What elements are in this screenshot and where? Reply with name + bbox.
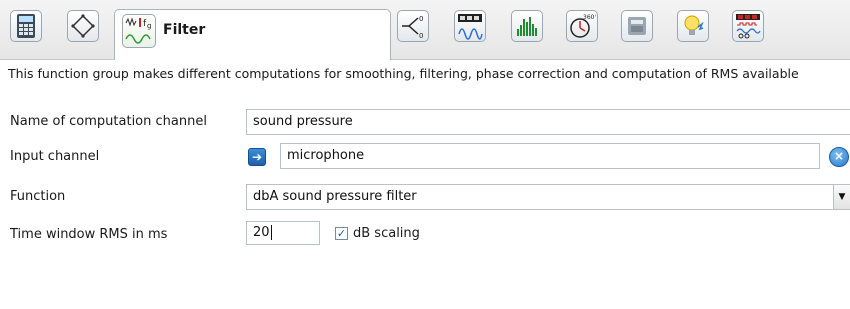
- switch-diagram-tab[interactable]: 0 0: [397, 10, 429, 42]
- bridge-circuit-tab[interactable]: [67, 10, 99, 42]
- bridge-circuit-icon: [71, 14, 95, 38]
- switch-diagram-icon: 0 0: [402, 15, 423, 39]
- device-tab[interactable]: [621, 10, 653, 42]
- arrow-right-icon: ➔: [251, 150, 263, 164]
- rms-window-input[interactable]: 20: [246, 221, 320, 245]
- svg-text:0: 0: [419, 15, 423, 23]
- input-channel-field[interactable]: microphone: [280, 143, 820, 169]
- signal-display-tab[interactable]: [732, 10, 764, 42]
- calculator-icon: [17, 14, 35, 38]
- svg-text:360°: 360°: [583, 14, 596, 21]
- angle-360-icon: 360°: [570, 14, 596, 38]
- select-input-channel-button[interactable]: ➔: [248, 148, 266, 166]
- computation-channel-label: Name of computation channel: [10, 114, 207, 129]
- device-icon: [628, 17, 646, 35]
- function-dropdown-button[interactable]: ▼: [833, 185, 850, 209]
- function-select[interactable]: dbA sound pressure filter: [246, 184, 850, 210]
- rms-window-value: 20: [253, 225, 270, 240]
- close-icon: ×: [833, 149, 845, 163]
- lightbulb-tab[interactable]: [677, 10, 709, 42]
- function-label: Function: [10, 189, 66, 204]
- input-channel-label: Input channel: [10, 149, 100, 164]
- spectrum-bars-tab[interactable]: [511, 10, 543, 42]
- signal-display-icon: [736, 14, 761, 39]
- calculator-tab[interactable]: [10, 10, 42, 42]
- spectrum-bars-icon: [517, 17, 537, 36]
- counter-waveform-icon: [458, 14, 483, 40]
- counter-waveform-tab[interactable]: [454, 10, 486, 42]
- lightbulb-icon: [684, 15, 704, 35]
- angle-360-tab[interactable]: 360°: [566, 10, 598, 42]
- rms-window-label: Time window RMS in ms: [10, 227, 168, 242]
- function-group-description: This function group makes different comp…: [8, 66, 799, 81]
- chevron-down-icon: ▼: [838, 192, 846, 202]
- tab-filter-label: Filter: [163, 22, 206, 38]
- tab-filter[interactable]: f g Filter: [114, 9, 391, 60]
- text-caret: [270, 225, 272, 240]
- svg-text:g: g: [147, 22, 151, 30]
- clear-input-channel-button[interactable]: ×: [829, 147, 849, 167]
- function-toolbar: f g Filter 0 0 360°: [0, 0, 850, 60]
- checkmark-icon: ✓: [336, 227, 347, 240]
- computation-channel-input[interactable]: sound pressure: [246, 109, 850, 135]
- svg-text:0: 0: [419, 32, 423, 39]
- db-scaling-label: dB scaling: [353, 226, 420, 241]
- function-select-value: dbA sound pressure filter: [253, 189, 417, 204]
- filter-waveform-icon: f g: [122, 14, 156, 48]
- db-scaling-checkbox[interactable]: ✓: [335, 227, 348, 240]
